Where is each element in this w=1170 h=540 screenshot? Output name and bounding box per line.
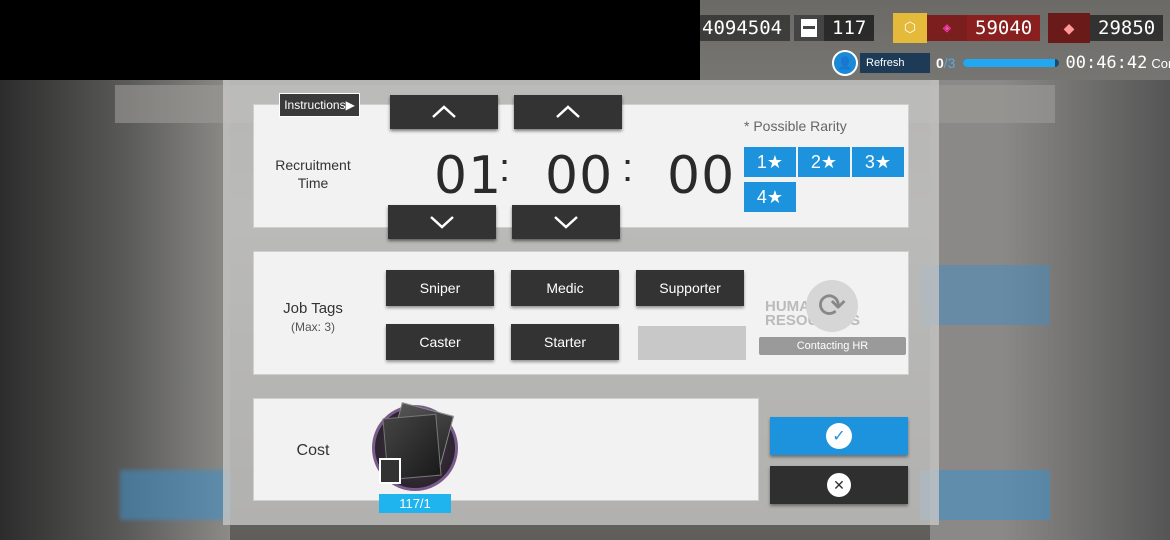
lmd-value: 4094504 — [700, 15, 791, 41]
permit-mini-icon — [379, 458, 401, 484]
background-blue-right-2 — [920, 265, 1050, 325]
refresh-progress-fill — [963, 59, 1055, 67]
play-icon: ▶ — [345, 98, 355, 112]
cancel-button[interactable]: ✕ — [770, 466, 908, 504]
rarity-3-star: 3★ — [852, 147, 904, 177]
confirm-button[interactable]: ✓ — [770, 417, 908, 455]
chevron-down-icon — [554, 216, 578, 229]
chevron-up-icon — [556, 105, 580, 118]
tag-caster-button[interactable]: Caster — [386, 324, 494, 360]
instructions-button[interactable]: Instructions ▶ — [279, 93, 360, 117]
tag-supporter-button[interactable]: Supporter — [636, 270, 744, 306]
refresh-label: Refresh — [860, 53, 930, 73]
refresh-progress-bar — [963, 59, 1060, 67]
orundum-counter[interactable]: ◆ 29850 — [1048, 13, 1164, 43]
recruit-status-bar: 👤 Refresh 0/3 00:46:42 Contacting — [832, 50, 1170, 76]
rarity-4-star: 4★ — [744, 182, 796, 212]
tag-medic-button[interactable]: Medic — [511, 270, 619, 306]
job-tags-max: (Max: 3) — [290, 320, 335, 334]
chevron-up-icon — [432, 105, 456, 118]
background-blue-left — [120, 470, 230, 520]
originite-prime-icon: ◆ — [1048, 13, 1090, 43]
cost-label: Cost — [296, 442, 330, 459]
originium-counter[interactable]: ⬡ ◈ 59040 — [893, 13, 1041, 43]
hour-down-button[interactable] — [388, 205, 496, 239]
contacting-status: Contacting — [1151, 55, 1170, 71]
hours-display: 01 — [434, 146, 503, 206]
tag-empty-slot — [638, 326, 746, 360]
minute-up-button[interactable] — [514, 95, 622, 129]
permit-value: 117 — [824, 15, 875, 41]
checkmark-icon: ✓ — [826, 423, 852, 449]
minutes-display: 00 — [545, 146, 614, 206]
permit-icon — [794, 15, 824, 41]
tag-starter-button[interactable]: Starter — [511, 324, 619, 360]
recruitment-permit-icon — [372, 402, 458, 491]
job-tags-title: Job Tags — [283, 300, 343, 317]
permit-counter[interactable]: 117 — [794, 14, 875, 42]
instructions-label: Instructions — [284, 98, 346, 112]
orundum-icon: ⬡ — [893, 13, 927, 43]
time-colon: : — [622, 146, 634, 190]
originium-value: 59040 — [967, 15, 1041, 41]
redacted-area — [0, 0, 700, 80]
refresh-timer: 00:46:42 — [1065, 53, 1148, 73]
job-tags-label: Job Tags (Max: 3) — [263, 300, 363, 336]
possible-rarity-title: * Possible Rarity — [744, 118, 847, 134]
contacting-hr-button[interactable]: Contacting HR — [759, 337, 906, 355]
cost-count: 117/1 — [379, 494, 451, 513]
recruitment-panel: Instructions ▶ Recruitment Time 01 : 00 :… — [223, 80, 939, 525]
time-colon: : — [499, 146, 511, 190]
rarity-1-star: 1★ — [744, 147, 796, 177]
refresh-icon: ⟳ — [806, 280, 858, 332]
chevron-down-icon — [430, 216, 454, 229]
recruitment-time-label: Recruitment Time — [275, 157, 351, 191]
human-resources-art: HUMAN RESOURCES ⟳ — [759, 252, 909, 374]
tag-sniper-button[interactable]: Sniper — [386, 270, 494, 306]
refresh-count: 0/3 — [936, 55, 955, 71]
seconds-display: 00 — [667, 146, 736, 206]
orundum-value: 29850 — [1090, 15, 1164, 41]
refresh-count-value: 0 — [936, 55, 944, 71]
lmd-counter: 4094504 — [700, 14, 791, 42]
background-blue-right — [920, 470, 1050, 520]
minute-down-button[interactable] — [512, 205, 620, 239]
hr-status-icon: 👤 — [832, 50, 858, 76]
originium-icon: ◈ — [927, 15, 967, 41]
close-icon: ✕ — [827, 473, 851, 497]
rarity-2-star: 2★ — [798, 147, 850, 177]
hour-up-button[interactable] — [390, 95, 498, 129]
refresh-count-max: /3 — [943, 55, 956, 71]
